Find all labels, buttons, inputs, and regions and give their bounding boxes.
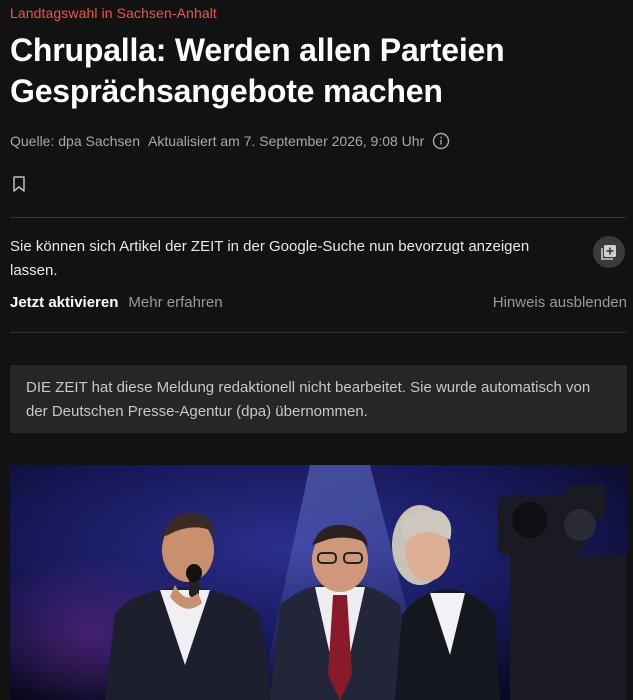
add-to-feed-icon[interactable]	[593, 236, 625, 268]
bookmark-icon[interactable]	[10, 174, 28, 194]
activate-link[interactable]: Jetzt aktivieren	[10, 294, 118, 311]
article-kicker[interactable]: Landtagswahl in Sachsen-Anhalt	[10, 5, 217, 21]
article-headline: Chrupalla: Werden allen Parteien Gespräc…	[10, 32, 505, 109]
dismiss-notice-link[interactable]: Hinweis ausblenden	[493, 294, 627, 311]
article-source: Quelle: dpa Sachsen	[10, 133, 140, 149]
article-updated: Aktualisiert am 7. September 2026, 9:08 …	[147, 133, 425, 149]
google-notice-actions: Jetzt aktivieren Mehr erfahren Hinweis a…	[10, 294, 627, 311]
divider-bottom	[10, 332, 627, 333]
learn-more-link[interactable]: Mehr erfahren	[128, 294, 222, 311]
article-photo	[10, 465, 627, 700]
divider-top	[10, 217, 627, 218]
dpa-notice-text: DIE ZEIT hat diese Meldung redaktionell …	[26, 379, 591, 420]
google-notice-text: Sie können sich Artikel der ZEIT in der …	[10, 238, 530, 279]
article-meta: Quelle: dpa Sachsen Aktualisiert am 7. S…	[10, 132, 450, 150]
dpa-notice: DIE ZEIT hat diese Meldung redaktionell …	[10, 365, 627, 433]
info-icon[interactable]	[432, 132, 450, 150]
